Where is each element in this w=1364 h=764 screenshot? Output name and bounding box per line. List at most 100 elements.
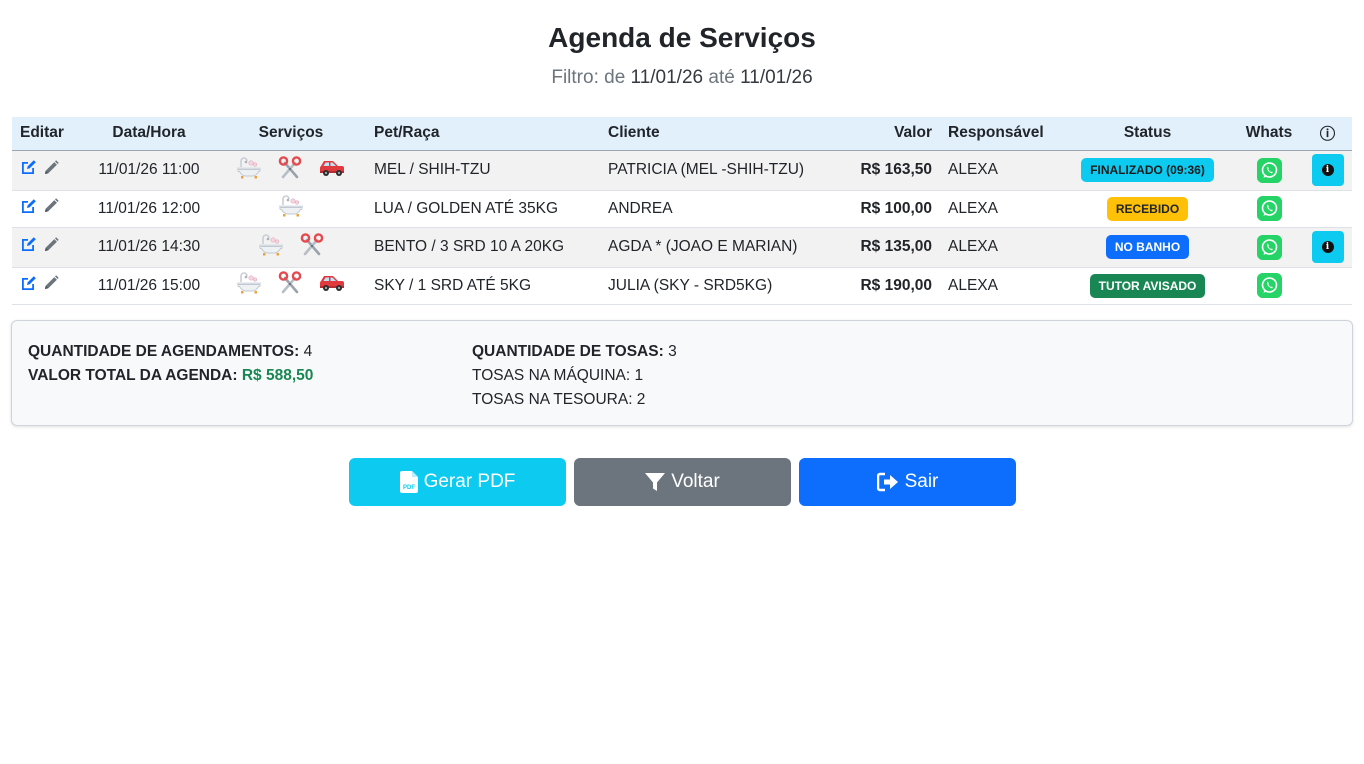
datetime-cell: 11/01/26 15:00: [97, 276, 201, 294]
car-icon: [318, 273, 346, 298]
edit-cell: [12, 227, 82, 267]
filter-date-from: 11/01/26: [630, 67, 704, 88]
value-cell: R$ 135,00: [860, 238, 932, 255]
car-icon: [318, 158, 346, 183]
agenda-total: VALOR TOTAL DA AGENDA: R$ 588,50: [28, 364, 313, 388]
client-cell: JULIA (SKY - SRD5KG): [608, 276, 773, 294]
info-cell: [1303, 267, 1352, 304]
scissors-grooming: TOSAS NA TESOURA: 2: [472, 391, 646, 408]
pencil-icon[interactable]: [43, 198, 59, 219]
summary-panel: QUANTIDADE DE AGENDAMENTOS: 4 VALOR TOTA…: [11, 320, 1353, 426]
info-button[interactable]: i: [1311, 231, 1344, 263]
table-row: 11/01/26 11:00 MEL / SHIH-TZU PATRICIA (ME…: [12, 150, 1352, 190]
pdf-file-icon: PDF: [399, 471, 418, 493]
status-cell: FINALIZADO (09:36): [1060, 150, 1235, 190]
client-cell: ANDREA: [608, 199, 673, 217]
pencil-icon[interactable]: [43, 159, 59, 181]
edit-icon[interactable]: [20, 198, 37, 220]
status-cell: NO BANHO: [1060, 227, 1235, 267]
col-header-value: Valor: [830, 117, 940, 151]
total-value: R$ 588,50: [241, 367, 314, 384]
responsible-cell: ALEXA: [948, 276, 998, 294]
table-row: 11/01/26 15:00 SKY / 1 SRD ATÉ 5KG JULIA (…: [12, 267, 1352, 304]
appointments-label: QUANTIDADE DE AGENDAMENTOS:: [28, 343, 300, 360]
value-cell: R$ 100,00: [860, 199, 932, 217]
generate-pdf-button[interactable]: PDF Gerar PDF: [349, 458, 566, 506]
table-header-row: Editar Data/Hora Serviços Pet/Raça Clien…: [12, 117, 1352, 151]
info-icon: i: [1321, 164, 1334, 176]
datetime-cell: 11/01/26 14:30: [97, 238, 201, 255]
edit-cell: [12, 150, 82, 190]
scissors-icon: [278, 155, 302, 185]
pet-cell: LUA / GOLDEN ATÉ 35KG: [374, 199, 559, 217]
whats-cell: [1235, 227, 1303, 267]
client-cell: AGDA * (JOAO E MARIAN): [608, 238, 798, 255]
generate-pdf-label: Gerar PDF: [423, 471, 516, 492]
bath-icon: [278, 195, 304, 222]
sign-out-icon: [876, 472, 898, 492]
filter-subtitle: Filtro: de 11/01/26 até 11/01/26: [0, 67, 1364, 89]
whatsapp-icon[interactable]: [1256, 157, 1282, 183]
col-header-datetime: Data/Hora: [82, 117, 216, 151]
pet-cell: BENTO / 3 SRD 10 A 20KG: [374, 238, 565, 255]
value-cell: R$ 190,00: [860, 276, 932, 294]
table-row: 11/01/26 14:30 BENTO / 3 SRD 10 A 20KG AGD…: [12, 227, 1352, 267]
info-cell: i: [1303, 227, 1352, 267]
col-header-responsible: Responsável: [940, 117, 1060, 151]
edit-icon[interactable]: [20, 236, 37, 258]
pencil-icon[interactable]: [43, 236, 59, 258]
edit-icon[interactable]: [20, 275, 37, 297]
grooming-value: 3: [668, 343, 677, 360]
exit-button[interactable]: Sair: [799, 458, 1016, 506]
whats-cell: [1235, 190, 1303, 227]
col-header-services: Serviços: [216, 117, 366, 151]
filter-mid: até: [708, 67, 735, 88]
value-cell: R$ 163,50: [860, 161, 932, 178]
grooming-label: QUANTIDADE DE TOSAS:: [472, 343, 664, 360]
responsible-cell: ALEXA: [948, 161, 998, 178]
info-button[interactable]: i: [1311, 154, 1344, 186]
grooming-count: QUANTIDADE DE TOSAS: 3: [472, 340, 677, 364]
summary-right: QUANTIDADE DE TOSAS: 3 TOSAS NA MÁQUINA:…: [472, 340, 677, 412]
info-cell: i: [1303, 150, 1352, 190]
bath-icon: [236, 272, 262, 299]
status-badge[interactable]: TUTOR AVISADO: [1089, 273, 1206, 298]
whatsapp-icon[interactable]: [1256, 196, 1282, 221]
bath-icon: [258, 233, 284, 261]
scissors-icon: [278, 271, 302, 300]
summary-left: QUANTIDADE DE AGENDAMENTOS: 4 VALOR TOTA…: [28, 340, 313, 388]
exit-label: Sair: [904, 471, 939, 492]
bath-icon: [236, 156, 262, 184]
col-header-edit: Editar: [12, 117, 82, 151]
col-header-client: Cliente: [600, 117, 830, 151]
pet-cell: SKY / 1 SRD ATÉ 5KG: [374, 276, 532, 294]
status-cell: TUTOR AVISADO: [1060, 267, 1235, 304]
status-badge[interactable]: NO BANHO: [1105, 235, 1190, 259]
whats-cell: [1235, 150, 1303, 190]
filter-icon: [645, 473, 666, 491]
filter-date-to: 11/01/26: [740, 67, 813, 88]
filter-prefix: Filtro: de: [551, 67, 626, 88]
col-header-status: Status: [1060, 117, 1235, 151]
pencil-icon[interactable]: [43, 275, 59, 296]
scissors-icon: [300, 232, 324, 262]
col-header-whats: Whats: [1235, 117, 1303, 151]
edit-cell: [12, 267, 82, 304]
status-cell: RECEBIDO: [1060, 190, 1235, 227]
status-badge[interactable]: RECEBIDO: [1106, 196, 1189, 221]
edit-cell: [12, 190, 82, 227]
datetime-cell: 11/01/26 11:00: [98, 161, 200, 178]
services-cell: [216, 190, 366, 227]
services-cell: [216, 227, 366, 267]
whats-cell: [1235, 267, 1303, 304]
whatsapp-icon[interactable]: [1256, 273, 1282, 298]
services-cell: [216, 150, 366, 190]
pet-cell: MEL / SHIH-TZU: [374, 161, 491, 178]
info-icon: i: [1321, 241, 1334, 253]
responsible-cell: ALEXA: [948, 199, 998, 217]
status-badge[interactable]: FINALIZADO (09:36): [1081, 158, 1214, 182]
back-button[interactable]: Voltar: [574, 458, 791, 506]
schedule-table: Editar Data/Hora Serviços Pet/Raça Clien…: [12, 117, 1352, 305]
edit-icon[interactable]: [20, 159, 37, 181]
whatsapp-icon[interactable]: [1256, 234, 1282, 260]
